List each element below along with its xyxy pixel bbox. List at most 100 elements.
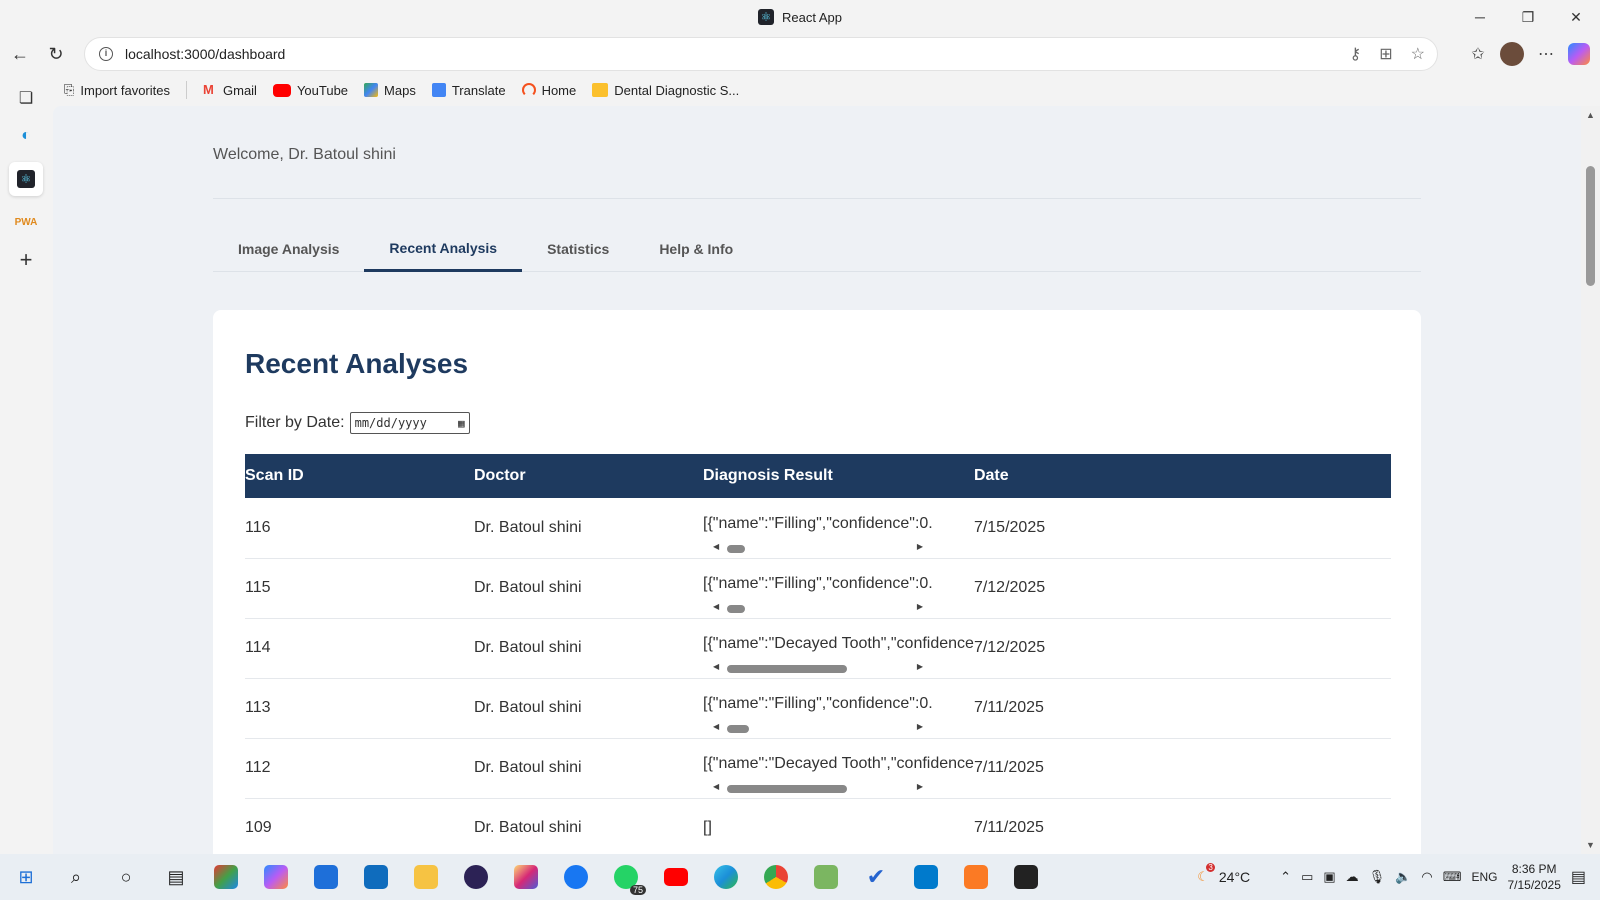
weather-icon[interactable]: ☾ 3 — [1197, 863, 1215, 885]
wifi-icon[interactable]: ◠ — [1421, 869, 1432, 885]
site-info-icon[interactable]: i — [99, 47, 113, 61]
task-view-icon[interactable]: ▤ — [158, 859, 194, 895]
close-icon[interactable]: ✕ — [1552, 0, 1600, 34]
show-hidden-icons-icon[interactable]: ⌃ — [1280, 869, 1291, 885]
window-title: ⚛ React App — [758, 9, 842, 25]
vscode-icon[interactable] — [908, 859, 944, 895]
tab-statistics[interactable]: Statistics — [522, 226, 634, 272]
scroll-thumb[interactable] — [727, 724, 749, 733]
scroll-left-icon[interactable]: ◀ — [713, 542, 719, 551]
bookmark-youtube[interactable]: YouTube — [272, 83, 348, 98]
search-icon[interactable]: ⌕ — [58, 859, 94, 895]
more-menu-icon[interactable]: ⋯ — [1530, 38, 1562, 70]
recorder-icon[interactable] — [1008, 859, 1044, 895]
gmail-icon: M — [203, 82, 214, 97]
battery-icon[interactable]: ▭ — [1301, 869, 1313, 885]
scroll-right-icon[interactable]: ▶ — [917, 722, 923, 731]
bookmark-home[interactable]: Home — [521, 83, 576, 98]
bookmark-gmail[interactable]: M Gmail — [203, 83, 257, 98]
todo-icon[interactable]: ✔ — [858, 859, 894, 895]
outlook-icon[interactable] — [358, 859, 394, 895]
scroll-left-icon[interactable]: ◀ — [713, 782, 719, 791]
weather-temp[interactable]: 24°C — [1219, 869, 1250, 885]
messenger-icon[interactable] — [558, 859, 594, 895]
scroll-right-icon[interactable]: ▶ — [917, 782, 923, 791]
scroll-thumb[interactable] — [727, 544, 745, 553]
eclipse-icon[interactable] — [458, 859, 494, 895]
tab-help-info[interactable]: Help & Info — [634, 226, 758, 272]
edge-taskbar-icon[interactable] — [708, 859, 744, 895]
bookmark-maps[interactable]: Maps — [364, 83, 416, 98]
language-indicator[interactable]: ENG — [1471, 870, 1497, 884]
table-header-row: Scan ID Doctor Diagnosis Result Date — [245, 454, 1391, 498]
keyboard-icon[interactable]: ⌨ — [1443, 869, 1462, 885]
pwa-icon[interactable]: PWA — [14, 210, 38, 234]
mic-icon[interactable]: 🎙 — [1369, 869, 1386, 885]
scroll-thumb[interactable] — [727, 784, 847, 793]
volume-icon[interactable]: 🔈 — [1395, 869, 1411, 885]
home-icon — [521, 83, 536, 97]
bookmark-import-favorites[interactable]: ⎘ Import favorites — [64, 82, 170, 98]
notifications-icon[interactable]: ▤ — [1571, 867, 1586, 887]
onedrive-icon[interactable]: ☁ — [1346, 869, 1359, 885]
scroll-thumb[interactable] — [1586, 166, 1595, 286]
page-scrollbar[interactable]: ▲ ▼ — [1581, 106, 1600, 854]
browser-sidebar: ❏ ◐ ⚛ PWA + — [0, 76, 52, 846]
xampp-icon[interactable] — [958, 859, 994, 895]
clock[interactable]: 8:36 PM 7/15/2025 — [1507, 861, 1560, 893]
bookmark-dental-diagnostic[interactable]: Dental Diagnostic S... — [592, 83, 739, 98]
copilot-icon[interactable] — [1568, 43, 1590, 65]
whatsapp-icon[interactable]: 75 — [608, 859, 646, 895]
cell-horizontal-scrollbar[interactable]: ◀ ▶ — [713, 542, 923, 554]
tab-recent-analysis[interactable]: Recent Analysis — [364, 226, 523, 272]
tab-image-analysis[interactable]: Image Analysis — [213, 226, 364, 272]
scroll-up-icon[interactable]: ▲ — [1586, 110, 1595, 120]
chrome-icon[interactable] — [758, 859, 794, 895]
instagram-icon[interactable] — [508, 859, 544, 895]
cortana-icon[interactable]: ○ — [108, 859, 144, 895]
app-available-icon[interactable]: ⊞ — [1379, 44, 1392, 64]
copilot-taskbar-icon[interactable] — [258, 859, 294, 895]
cell-horizontal-scrollbar[interactable]: ◀ ▶ — [713, 662, 923, 674]
add-icon[interactable]: + — [14, 247, 38, 272]
calendar-icon[interactable]: ▦ — [458, 417, 465, 430]
widgets-icon[interactable] — [208, 859, 244, 895]
diagnosis-text: [{"name":"Filling","confidence":0. — [703, 514, 933, 532]
date-filter: Filter by Date: mm/dd/yyyy ▦ — [245, 412, 470, 434]
react-tab-icon[interactable]: ⚛ — [9, 162, 43, 196]
back-icon[interactable]: ← — [2, 36, 38, 72]
scroll-left-icon[interactable]: ◀ — [713, 722, 719, 731]
scroll-left-icon[interactable]: ◀ — [713, 662, 719, 671]
scroll-thumb[interactable] — [727, 604, 745, 613]
scroll-right-icon[interactable]: ▶ — [917, 662, 923, 671]
favorites-icon[interactable]: ✩ — [1462, 38, 1494, 70]
table-row: 112 Dr. Batoul shini [{"name":"Decayed Too… — [245, 738, 1391, 799]
key-icon[interactable]: ⚷ — [1350, 44, 1362, 64]
cell-doctor: Dr. Batoul shini — [474, 738, 703, 799]
date-filter-input[interactable]: mm/dd/yyyy ▦ — [349, 412, 470, 434]
scroll-left-icon[interactable]: ◀ — [713, 602, 719, 611]
edge-icon[interactable]: ◐ — [14, 124, 38, 148]
restore-icon[interactable]: ❐ — [1504, 0, 1552, 34]
scroll-right-icon[interactable]: ▶ — [917, 542, 923, 551]
bookmark-translate[interactable]: Translate — [431, 83, 506, 98]
paint-icon[interactable] — [808, 859, 844, 895]
scroll-down-icon[interactable]: ▼ — [1586, 840, 1595, 850]
profile-avatar[interactable] — [1500, 42, 1524, 66]
youtube-taskbar-icon[interactable] — [658, 859, 694, 895]
refresh-icon[interactable]: ↻ — [38, 36, 74, 72]
cell-horizontal-scrollbar[interactable]: ◀ ▶ — [713, 602, 923, 614]
address-bar[interactable]: i localhost:3000/dashboard ⚷ ⊞ ☆ — [84, 37, 1438, 71]
store-icon[interactable] — [308, 859, 344, 895]
favorite-star-icon[interactable]: ☆ — [1411, 44, 1425, 64]
file-explorer-icon[interactable] — [408, 859, 444, 895]
scroll-right-icon[interactable]: ▶ — [917, 602, 923, 611]
scroll-thumb[interactable] — [727, 664, 847, 673]
meet-icon[interactable]: ▣ — [1323, 869, 1335, 885]
cell-horizontal-scrollbar[interactable]: ◀ ▶ — [713, 782, 923, 794]
tabs-icon[interactable]: ❏ — [14, 86, 38, 110]
minimize-icon[interactable]: ─ — [1456, 0, 1504, 34]
url-text[interactable]: localhost:3000/dashboard — [125, 46, 285, 62]
windows-start-icon[interactable]: ⊞ — [8, 859, 44, 895]
cell-horizontal-scrollbar[interactable]: ◀ ▶ — [713, 722, 923, 734]
